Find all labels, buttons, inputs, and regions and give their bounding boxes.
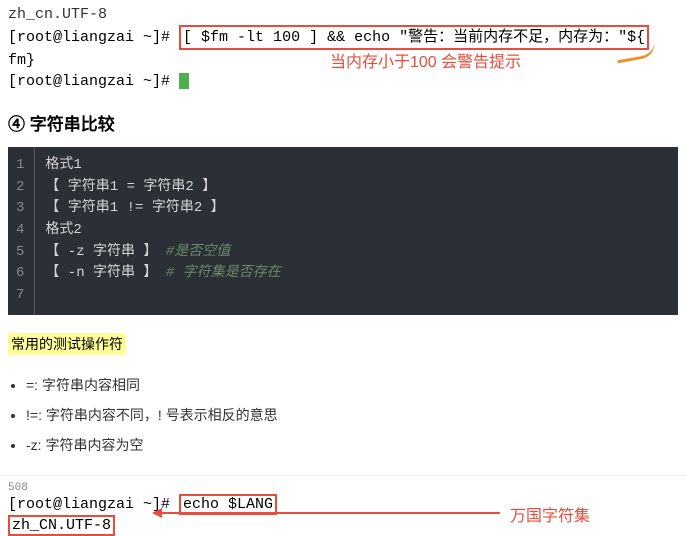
shell-prompt: [root@liangzai ~]#: [8, 73, 170, 90]
code-content: 格式1 【 字符串1 = 字符串2 】 【 字符串1 != 字符串2 】 格式2…: [35, 147, 678, 315]
code-line: 【 字符串1 = 字符串2 】: [45, 177, 668, 199]
lineno: 5: [16, 242, 24, 264]
code-line: 【 -n 字符串 】 # 字符集是否存在: [45, 263, 668, 285]
highlighted-command: [ $fm -lt 100 ] && echo "警告：当前内存不足，内存为："…: [179, 25, 649, 50]
operator-list: =: 字符串内容相同 !=: 字符串内容不同，! 号表示相反的意思 -z: 字符…: [8, 375, 678, 455]
lineno: 7: [16, 285, 24, 307]
section-4-heading: ④ 字符串比较: [8, 110, 686, 135]
code-block-string-compare: 1 2 3 4 5 6 7 格式1 【 字符串1 = 字符串2 】 【 字符串1…: [8, 147, 678, 315]
terminal-output-bottom: 508 [root@liangzai ~]# echo $LANG zh_CN.…: [0, 475, 686, 535]
subheading-operators: 常用的测试操作符: [8, 333, 126, 355]
lineno: 6: [16, 263, 24, 285]
code-line: 【 字符串1 != 字符串2 】: [45, 198, 668, 220]
code-line: 格式1: [45, 155, 668, 177]
terminal-output-top: zh_cn.UTF-8 [root@liangzai ~]# [ $fm -lt…: [0, 0, 686, 80]
line-number-gutter: 1 2 3 4 5 6 7: [8, 147, 35, 315]
annotation-note-1: 当内存小于100 会警告提示: [330, 52, 521, 74]
highlighted-output: zh_CN.UTF-8: [8, 515, 115, 536]
terminal-line-1: [root@liangzai ~]# [ $fm -lt 100 ] && ec…: [8, 25, 678, 50]
annotation-note-2: 万国字符集: [510, 502, 590, 526]
code-line: 格式2: [45, 220, 668, 242]
lineno: 1: [16, 155, 24, 177]
lineno: 4: [16, 220, 24, 242]
annotation-arrow-icon: [160, 512, 500, 514]
terminal-cut-line: 508: [8, 482, 678, 494]
lineno: 3: [16, 198, 24, 220]
list-item: -z: 字符串内容为空: [26, 435, 678, 455]
shell-prompt: [root@liangzai ~]#: [8, 496, 170, 513]
code-line: 【 -z 字符串 】 #是否空值: [45, 242, 668, 264]
lineno: 2: [16, 177, 24, 199]
list-item: =: 字符串内容相同: [26, 375, 678, 395]
cursor-icon: _: [179, 73, 189, 89]
terminal-cut-line: zh_cn.UTF-8: [8, 4, 678, 25]
shell-prompt: [root@liangzai ~]#: [8, 29, 170, 46]
list-item: !=: 字符串内容不同，! 号表示相反的意思: [26, 405, 678, 425]
